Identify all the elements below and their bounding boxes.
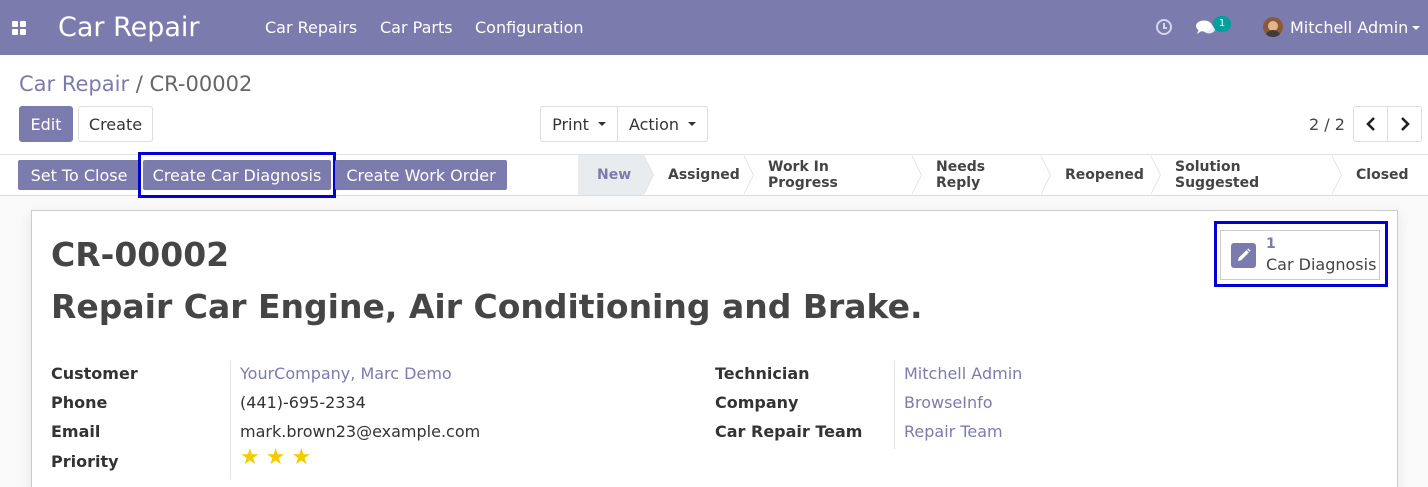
user-name[interactable]: Mitchell Admin [1290,18,1408,37]
breadcrumb-separator: / [129,72,150,96]
chevron-down-icon [688,122,697,126]
star-icon[interactable]: ★ [240,447,260,469]
stage-solution-suggested[interactable]: Solution Suggested [1151,155,1342,195]
print-label: Print [552,114,589,134]
create-button[interactable]: Create [78,106,153,142]
car-repair-team-value[interactable]: Repair Team [904,422,1003,441]
create-work-order-button[interactable]: Create Work Order [335,160,507,190]
control-panel: Car Repair / CR-00002 Edit Create Print … [0,55,1428,155]
customer-value[interactable]: YourCompany, Marc Demo [240,364,452,383]
chevron-down-icon[interactable] [1412,26,1420,30]
form-sheet: CR-00002 Repair Car Engine, Air Conditio… [31,210,1398,487]
chevron-down-icon [597,122,606,126]
menu-configuration[interactable]: Configuration [475,18,584,37]
priority-stars[interactable]: ★ ★ ★ [240,447,311,469]
car-repair-team-label: Car Repair Team [715,422,863,441]
technician-value[interactable]: Mitchell Admin [904,364,1022,383]
edit-button[interactable]: Edit [19,106,73,142]
customer-label: Customer [51,364,138,383]
record-code: CR-00002 [51,235,230,274]
highlight-box [138,152,336,198]
technician-label: Technician [715,364,810,383]
company-value[interactable]: BrowseInfo [904,393,993,412]
chevron-right-icon [1400,117,1410,131]
stage-assigned[interactable]: Assigned [644,155,754,195]
app-title: Car Repair [58,12,200,43]
activity-clock-icon[interactable] [1156,19,1172,35]
phone-label: Phone [51,393,108,412]
menu-car-repairs[interactable]: Car Repairs [265,18,357,37]
email-label: Email [51,422,101,441]
star-icon[interactable]: ★ [266,447,286,469]
email-value: mark.brown23@example.com [240,422,481,441]
apps-menu-icon[interactable] [12,21,26,35]
star-icon[interactable]: ★ [291,447,311,469]
smart-button-count: 1 [1266,236,1276,252]
pencil-icon [1231,243,1256,268]
menu-car-parts[interactable]: Car Parts [380,18,453,37]
stage-pipeline: New Assigned Work In Progress Needs Repl… [578,155,1427,195]
breadcrumb: Car Repair / CR-00002 [19,72,252,96]
stage-work-in-progress[interactable]: Work In Progress [744,155,922,195]
stage-reopened[interactable]: Reopened [1041,155,1161,195]
field-separator [230,361,231,479]
pager-next-button[interactable] [1387,106,1422,142]
action-label: Action [628,114,680,134]
company-label: Company [715,393,799,412]
car-diagnosis-smart-button[interactable]: 1 Car Diagnosis [1220,230,1380,280]
smart-button-label: Car Diagnosis [1266,255,1377,274]
avatar[interactable] [1263,17,1283,37]
top-navbar: Car Repair Car Repairs Car Parts Configu… [0,0,1428,55]
print-dropdown[interactable]: Print [540,106,618,142]
pager-value[interactable]: 2 / 2 [1309,115,1345,134]
priority-label: Priority [51,452,119,471]
pager-previous-button[interactable] [1353,106,1388,142]
record-title: Repair Car Engine, Air Conditioning and … [51,287,923,326]
breadcrumb-parent[interactable]: Car Repair [19,72,129,96]
stage-needs-reply[interactable]: Needs Reply [912,155,1051,195]
stage-closed[interactable]: Closed [1332,155,1427,195]
chat-badge: 1 [1213,16,1231,32]
stage-new[interactable]: New [578,155,654,195]
breadcrumb-current: CR-00002 [149,72,253,96]
chevron-left-icon [1365,117,1375,131]
field-separator [894,361,895,449]
set-to-close-button[interactable]: Set To Close [18,160,140,190]
statusbar: Set To Close Create Car Diagnosis Create… [0,152,1428,198]
action-dropdown[interactable]: Action [617,106,708,142]
phone-value: (441)-695-2334 [240,393,366,412]
